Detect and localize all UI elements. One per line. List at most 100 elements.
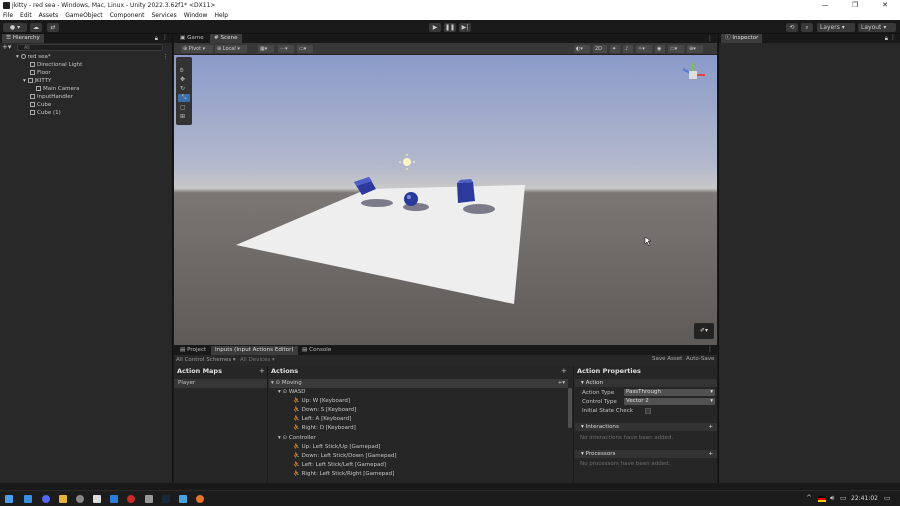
- tab-inspector[interactable]: ⓘ Inspector: [721, 34, 763, 43]
- hierarchy-item-main-camera[interactable]: Main Camera: [0, 85, 172, 93]
- more-icon[interactable]: ⋮: [707, 346, 713, 353]
- layers-dropdown[interactable]: Layers ▾: [817, 23, 855, 32]
- app-icon[interactable]: [24, 495, 32, 503]
- binding-row[interactable]: ⛹ Up: W [Keyboard]: [293, 397, 350, 406]
- more-icon[interactable]: ⋮: [890, 34, 896, 41]
- scene-root-row[interactable]: ▾ red sea* ⋮: [0, 53, 172, 61]
- rotate-tool-icon[interactable]: ↻: [180, 85, 185, 92]
- more-icon[interactable]: ⋮: [162, 34, 168, 41]
- binding-row[interactable]: ⛹ Down: S [Keyboard]: [293, 406, 356, 415]
- control-schemes-dropdown[interactable]: All Control Schemes ▾: [176, 357, 236, 363]
- vscode-icon[interactable]: [110, 495, 118, 503]
- collab-icon[interactable]: ⇄: [47, 23, 59, 32]
- volume-icon[interactable]: 🔊︎: [830, 494, 834, 503]
- hierarchy-item-jkitty[interactable]: ▾ JKITTY: [0, 77, 172, 85]
- lighting-toggle-icon[interactable]: ✦: [610, 45, 620, 53]
- hierarchy-item-cube-1[interactable]: Cube (1): [0, 109, 172, 117]
- scale-tool-icon[interactable]: ⤡: [178, 94, 190, 102]
- scene-more-icon[interactable]: ⋮: [707, 35, 713, 42]
- effects-dropdown-icon[interactable]: ✧▾: [636, 45, 652, 53]
- tab-scene[interactable]: # Scene: [210, 34, 242, 43]
- hierarchy-item-floor[interactable]: Floor: [0, 69, 172, 77]
- 2d-toggle[interactable]: 2D: [593, 45, 607, 53]
- binding-row[interactable]: ⛹ Down: Left Stick/Down [Gamepad]: [293, 452, 396, 461]
- start-icon[interactable]: [5, 495, 13, 503]
- tab-project[interactable]: ▤ Project: [176, 346, 210, 355]
- initial-state-checkbox[interactable]: [645, 408, 651, 414]
- hidden-objects-icon[interactable]: ◉: [655, 45, 665, 53]
- menu-gameobject[interactable]: GameObject: [65, 12, 102, 19]
- binding-row[interactable]: ⛹ Up: Left Stick/Up [Gamepad]: [293, 443, 380, 452]
- menu-edit[interactable]: Edit: [20, 12, 32, 19]
- history-icon[interactable]: ⟲: [786, 23, 798, 32]
- actions-scrollbar[interactable]: [568, 388, 572, 428]
- camera-overlay-icon[interactable]: ✐▾: [694, 323, 714, 339]
- scene-view-options-button[interactable]: ▭▾: [297, 45, 313, 53]
- gizmos-dropdown-icon[interactable]: ⊕▾: [687, 45, 703, 53]
- notifications-icon[interactable]: ▭: [884, 494, 891, 502]
- composite-row-wasd[interactable]: ▾ ⊙ WASD: [278, 388, 306, 397]
- composite-row-controller[interactable]: ▾ ⊙ Controller: [278, 434, 316, 443]
- unity-icon[interactable]: [145, 495, 153, 503]
- step-button[interactable]: ▶|: [459, 23, 471, 32]
- transform-tool-icon[interactable]: ⊞: [180, 113, 185, 120]
- language-flag-icon[interactable]: [818, 496, 826, 502]
- rect-tool-icon[interactable]: ▢: [180, 104, 186, 111]
- processors-section-header[interactable]: ▾ Processors +: [575, 450, 717, 458]
- pivot-dropdown[interactable]: ⊕ Pivot ▾: [181, 45, 213, 53]
- menu-assets[interactable]: Assets: [39, 12, 59, 19]
- file-explorer-icon[interactable]: [59, 495, 67, 503]
- steam-icon[interactable]: [162, 495, 170, 503]
- layout-dropdown[interactable]: Layout ▾: [858, 23, 896, 32]
- clock[interactable]: 22:41:02: [851, 495, 878, 502]
- pause-button[interactable]: ❚❚: [444, 23, 456, 32]
- add-action-map-button[interactable]: +: [259, 367, 265, 375]
- chrome-icon[interactable]: [196, 495, 204, 503]
- shading-mode-button[interactable]: ◐▾: [574, 45, 590, 53]
- menu-help[interactable]: Help: [214, 12, 228, 19]
- orientation-gizmo[interactable]: [682, 63, 705, 79]
- action-section-header[interactable]: ▾ Action: [575, 379, 717, 387]
- auto-save-toggle[interactable]: Auto-Save: [686, 356, 714, 362]
- hierarchy-item-directional-light[interactable]: Directional Light: [0, 61, 172, 69]
- tray-chevron-icon[interactable]: ^: [806, 494, 812, 502]
- play-button[interactable]: ▶: [429, 23, 441, 32]
- maximize-button[interactable]: ❐: [840, 0, 870, 11]
- menu-file[interactable]: File: [3, 12, 13, 19]
- binding-row[interactable]: ⛹ Left: A [Keyboard]: [293, 415, 351, 424]
- grid-snap-button[interactable]: ▦▾: [258, 45, 274, 53]
- network-icon[interactable]: ▭: [840, 494, 847, 502]
- tab-input-actions[interactable]: Inputs (Input Actions Editor): [211, 346, 298, 355]
- search-icon[interactable]: ⌕: [801, 23, 813, 32]
- binding-row[interactable]: ⛹ Right: D [Keyboard]: [293, 424, 356, 433]
- action-map-player[interactable]: Player: [174, 379, 267, 388]
- menu-services[interactable]: Services: [151, 12, 176, 19]
- add-interaction-icon[interactable]: +: [708, 423, 713, 431]
- local-dropdown[interactable]: ⊕ Local ▾: [215, 45, 247, 53]
- hierarchy-item-cube[interactable]: Cube: [0, 101, 172, 109]
- scene-more-icon[interactable]: ⋮: [163, 53, 169, 61]
- close-button[interactable]: ✕: [870, 0, 900, 11]
- menu-component[interactable]: Component: [110, 12, 145, 19]
- cloud-icon[interactable]: ☁: [30, 23, 42, 32]
- hand-tool-icon[interactable]: ✋︎: [180, 67, 183, 75]
- menu-window[interactable]: Window: [184, 12, 208, 19]
- camera-settings-icon[interactable]: ▭▾: [668, 45, 684, 53]
- devices-dropdown[interactable]: All Devices ▾: [240, 357, 275, 363]
- binding-row[interactable]: ⛹ Left: Left Stick/Left [Gamepad]: [293, 461, 386, 470]
- add-action-button[interactable]: +: [561, 367, 567, 375]
- discord-icon[interactable]: [42, 495, 50, 503]
- save-asset-button[interactable]: Save Asset: [652, 356, 682, 362]
- add-binding-icon[interactable]: +▾: [558, 379, 565, 388]
- move-tool-icon[interactable]: ✥: [180, 76, 185, 83]
- tab-console[interactable]: ▤ Console: [298, 346, 335, 355]
- lock-icon[interactable]: 🔒︎: [155, 35, 158, 43]
- app-icon[interactable]: [127, 495, 135, 503]
- action-type-dropdown[interactable]: PassThrough ▾: [624, 389, 715, 396]
- control-type-dropdown[interactable]: Vector 2 ▾: [624, 398, 715, 405]
- snap-increment-button[interactable]: ⋯▾: [278, 45, 294, 53]
- unity-hub-icon[interactable]: [93, 495, 101, 503]
- hierarchy-item-inputhandler[interactable]: InputHandler: [0, 93, 172, 101]
- add-processor-icon[interactable]: +: [708, 450, 713, 458]
- lock-icon[interactable]: 🔒︎: [885, 35, 888, 43]
